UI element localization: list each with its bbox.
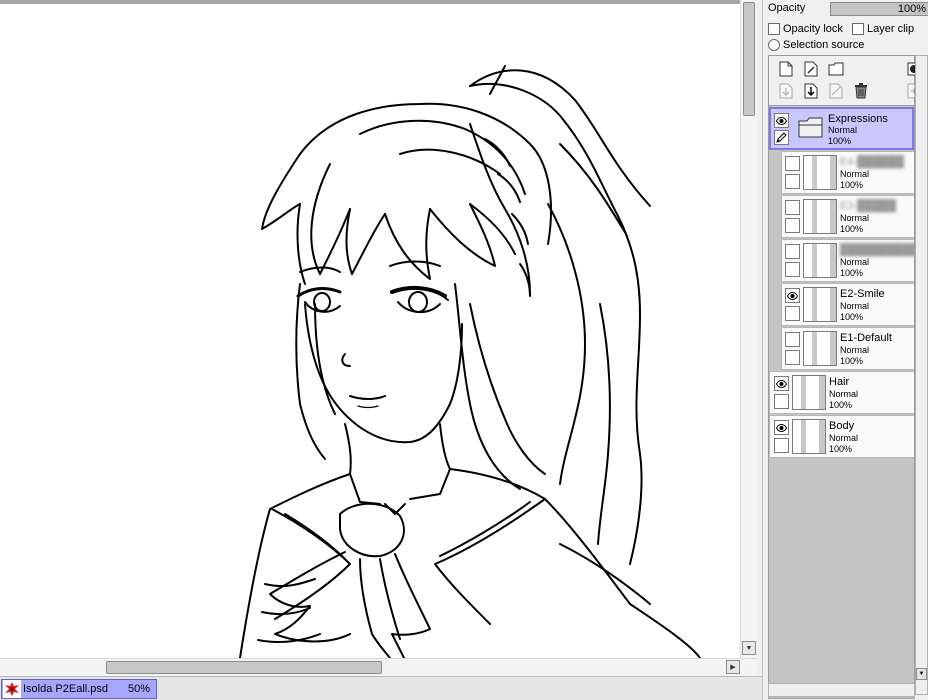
opacity-value: 100%	[897, 3, 926, 15]
visibility-toggle[interactable]	[785, 244, 800, 259]
layer-thumbnail	[803, 199, 837, 234]
selection-source-radio[interactable]	[768, 39, 780, 51]
folder-icon	[798, 117, 823, 138]
document-filename: Isolda P2Eall.psd	[23, 683, 108, 695]
scroll-down-icon[interactable]: ▼	[916, 668, 927, 680]
layer-row-expressions[interactable]: Expressions Normal 100%	[769, 107, 914, 150]
lock-toggle[interactable]	[774, 394, 789, 409]
layer-row-redacted[interactable]: ██████████ Normal 100%	[781, 239, 918, 282]
lock-toggle[interactable]	[785, 174, 800, 189]
paint-splash-icon	[3, 680, 21, 698]
opacity-lock-label: Opacity lock	[783, 23, 843, 35]
canvas-horizontal-scroll-thumb[interactable]	[106, 661, 382, 674]
zoom-level: 50%	[127, 683, 150, 695]
layer-thumbnail	[803, 331, 837, 366]
layer-row-e2-smile[interactable]: E2-Smile Normal 100%	[781, 283, 914, 326]
canvas-vertical-scroll-thumb[interactable]	[743, 2, 755, 116]
opacity-slider[interactable]: 100%	[830, 2, 928, 16]
layer-opacity: 100%	[840, 356, 864, 366]
layer-thumbnail	[792, 375, 826, 410]
layer-name: ██████████	[840, 244, 918, 256]
delete-layer-icon[interactable]	[852, 82, 870, 100]
lock-toggle[interactable]	[785, 218, 800, 233]
merge-down-icon[interactable]	[802, 82, 820, 100]
layer-row-e3[interactable]: E3-█████ Normal 100%	[781, 195, 914, 238]
layer-thumbnail	[792, 419, 826, 454]
layer-name: Hair	[829, 376, 850, 388]
layer-blend-mode: Normal	[840, 301, 870, 311]
new-linework-layer-icon[interactable]	[802, 60, 820, 78]
layer-properties-panel: Opacity 100% Opacity lock Layer clip Sel…	[762, 0, 928, 700]
scroll-right-icon[interactable]: ▶	[726, 660, 740, 674]
lock-toggle[interactable]	[785, 350, 800, 365]
selection-source-option[interactable]: Selection source	[768, 38, 864, 52]
visibility-toggle[interactable]	[785, 156, 800, 171]
lock-toggle[interactable]	[774, 438, 789, 453]
layer-clip-checkbox[interactable]	[852, 23, 864, 35]
canvas-vertical-scrollbar[interactable]: ▼	[740, 0, 757, 658]
layer-opacity: 100%	[840, 224, 864, 234]
lock-toggle[interactable]	[785, 306, 800, 321]
opacity-label: Opacity	[768, 2, 806, 14]
pen-icon[interactable]	[774, 130, 789, 145]
layer-name: Expressions	[828, 113, 888, 125]
layer-blend-mode: Normal	[840, 345, 870, 355]
layer-name: E3-█████	[840, 200, 897, 212]
clear-layer-icon[interactable]	[827, 82, 845, 100]
layer-name: E4-██████	[840, 156, 904, 168]
layer-thumbnail	[803, 155, 837, 190]
layer-panel: Expressions Normal 100% E4-██████ Normal…	[768, 55, 921, 699]
layer-row-e1-default[interactable]: E1-Default Normal 100%	[781, 327, 914, 370]
layer-clip-option[interactable]: Layer clip	[852, 22, 914, 36]
drawing-canvas[interactable]	[0, 4, 740, 658]
document-tab[interactable]: Isolda P2Eall.psd 50%	[1, 679, 157, 699]
layer-thumbnail	[803, 287, 837, 322]
opacity-lock-checkbox[interactable]	[768, 23, 780, 35]
layer-clip-label: Layer clip	[867, 23, 915, 35]
layer-panel-vertical-scrollbar[interactable]: ▼	[915, 55, 928, 695]
layer-opacity: 100%	[840, 180, 864, 190]
layer-name: E1-Default	[840, 332, 892, 344]
line-art-drawing	[239, 65, 701, 658]
layer-name: Body	[829, 420, 855, 432]
document-tab-strip: Isolda P2Eall.psd 50%	[0, 676, 762, 700]
layer-thumbnail	[803, 243, 837, 278]
opacity-lock-option[interactable]: Opacity lock	[768, 22, 843, 36]
layer-row-hair[interactable]: Hair Normal 100%	[769, 371, 914, 414]
layer-opacity: 100%	[829, 400, 853, 410]
new-layer-icon[interactable]	[777, 60, 795, 78]
lock-toggle[interactable]	[785, 262, 800, 277]
layer-blend-mode: Normal	[840, 213, 870, 223]
layer-blend-mode: Normal	[840, 257, 870, 267]
eye-icon[interactable]	[774, 420, 789, 435]
layer-blend-mode: Normal	[828, 125, 858, 135]
layer-row-e4[interactable]: E4-██████ Normal 100%	[781, 151, 914, 194]
scroll-down-icon[interactable]: ▼	[742, 641, 756, 655]
layer-opacity: 100%	[840, 312, 864, 322]
layer-blend-mode: Normal	[829, 433, 859, 443]
visibility-toggle[interactable]	[785, 200, 800, 215]
eye-icon[interactable]	[785, 288, 800, 303]
layer-row-body[interactable]: Body Normal 100%	[769, 415, 914, 458]
layer-opacity: 100%	[828, 136, 852, 146]
layer-blend-mode: Normal	[829, 389, 859, 399]
opacity-row: Opacity 100%	[768, 2, 928, 16]
layer-opacity: 100%	[829, 444, 853, 454]
layer-opacity: 100%	[840, 268, 864, 278]
visibility-toggle[interactable]	[785, 332, 800, 347]
layer-name: E2-Smile	[840, 288, 885, 300]
selection-source-label: Selection source	[783, 39, 865, 51]
layer-blend-mode: Normal	[840, 169, 870, 179]
eye-icon[interactable]	[774, 113, 789, 128]
transfer-down-icon[interactable]	[777, 82, 795, 100]
layer-panel-horizontal-scrollbar[interactable]	[768, 683, 915, 697]
new-folder-icon[interactable]	[827, 60, 845, 78]
canvas-horizontal-scrollbar[interactable]: ▶	[0, 658, 757, 676]
canvas-area: ▼ ▶	[0, 0, 757, 676]
layer-toolbar	[769, 56, 921, 106]
eye-icon[interactable]	[774, 376, 789, 391]
